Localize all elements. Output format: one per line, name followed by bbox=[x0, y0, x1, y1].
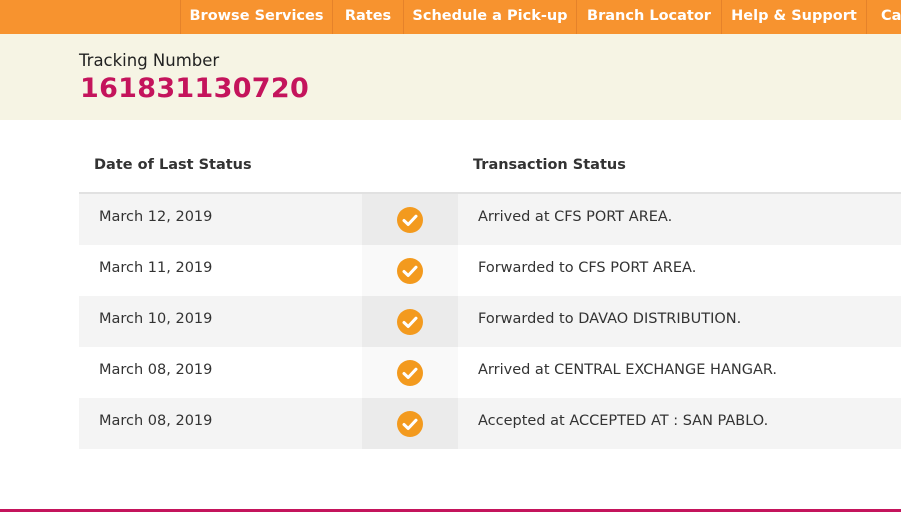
row-date: March 12, 2019 bbox=[99, 209, 213, 225]
row-status: Arrived at CFS PORT AREA. bbox=[478, 209, 673, 225]
tracking-number-value: 161831130720 bbox=[80, 73, 310, 104]
table-row: March 08, 2019 Accepted at ACCEPTED AT :… bbox=[79, 398, 901, 449]
row-date: March 08, 2019 bbox=[99, 413, 213, 429]
status-table-header: Date of Last Status Transaction Status bbox=[79, 138, 901, 194]
row-icon-cell bbox=[362, 296, 458, 347]
row-icon-cell bbox=[362, 245, 458, 296]
check-circle-icon bbox=[397, 360, 423, 386]
row-icon-cell bbox=[362, 194, 458, 245]
nav-careers[interactable]: Ca bbox=[866, 0, 901, 34]
check-circle-icon bbox=[397, 207, 423, 233]
row-date: March 08, 2019 bbox=[99, 362, 213, 378]
table-row: March 08, 2019 Arrived at CENTRAL EXCHAN… bbox=[79, 347, 901, 398]
nav-schedule-pickup[interactable]: Schedule a Pick-up bbox=[403, 0, 576, 34]
nav-browse-services[interactable]: Browse Services bbox=[180, 0, 332, 34]
row-date: March 11, 2019 bbox=[99, 260, 213, 276]
row-status: Arrived at CENTRAL EXCHANGE HANGAR. bbox=[478, 362, 778, 378]
check-circle-icon bbox=[397, 411, 423, 437]
tracking-banner: Tracking Number 161831130720 bbox=[0, 34, 901, 120]
top-navigation: Browse Services Rates Schedule a Pick-up… bbox=[0, 0, 901, 34]
tracking-number-label: Tracking Number bbox=[79, 51, 220, 70]
row-icon-cell bbox=[362, 347, 458, 398]
table-row: March 10, 2019 Forwarded to DAVAO DISTRI… bbox=[79, 296, 901, 347]
nav-help-support[interactable]: Help & Support bbox=[721, 0, 866, 34]
row-status: Accepted at ACCEPTED AT : SAN PABLO. bbox=[478, 413, 769, 429]
row-status: Forwarded to DAVAO DISTRIBUTION. bbox=[478, 311, 742, 327]
column-header-status: Transaction Status bbox=[473, 157, 626, 173]
nav-branch-locator[interactable]: Branch Locator bbox=[576, 0, 721, 34]
row-icon-cell bbox=[362, 398, 458, 449]
check-circle-icon bbox=[397, 309, 423, 335]
row-date: March 10, 2019 bbox=[99, 311, 213, 327]
column-header-date: Date of Last Status bbox=[94, 157, 252, 173]
row-status: Forwarded to CFS PORT AREA. bbox=[478, 260, 697, 276]
table-row: March 11, 2019 Forwarded to CFS PORT ARE… bbox=[79, 245, 901, 296]
check-circle-icon bbox=[397, 258, 423, 284]
nav-rates[interactable]: Rates bbox=[332, 0, 403, 34]
table-row: March 12, 2019 Arrived at CFS PORT AREA. bbox=[79, 194, 901, 245]
